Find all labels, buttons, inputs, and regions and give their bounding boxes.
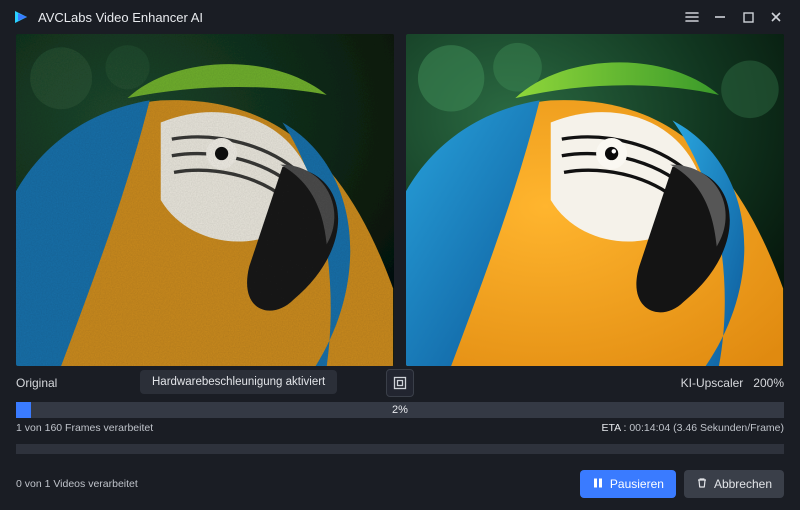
label-original: Original <box>16 376 57 390</box>
frames-progress-percent: 2% <box>16 402 784 418</box>
preview-original <box>16 34 394 366</box>
close-button[interactable] <box>762 3 790 31</box>
cancel-button[interactable]: Abbrechen <box>684 470 784 498</box>
frames-progress-bar: 2% <box>16 402 784 418</box>
videos-status: 0 von 1 Videos verarbeitet <box>16 478 138 490</box>
minimize-button[interactable] <box>706 3 734 31</box>
preview-labels-row: Original Hardwarebeschleunigung aktivier… <box>0 366 800 398</box>
maximize-button[interactable] <box>734 3 762 31</box>
footer: 0 von 1 Videos verarbeitet Pausieren Abb… <box>0 464 800 510</box>
compare-mode-button[interactable] <box>386 369 414 397</box>
label-upscaler: KI-Upscaler200% <box>681 376 784 390</box>
frames-status: 1 von 160 Frames verarbeitet <box>16 422 153 434</box>
trash-icon <box>696 477 708 492</box>
preview-comparison <box>0 34 800 366</box>
pause-button[interactable]: Pausieren <box>580 470 676 498</box>
preview-enhanced <box>406 34 784 366</box>
app-title: AVCLabs Video Enhancer AI <box>38 10 203 25</box>
hw-accel-tooltip: Hardwarebeschleunigung aktiviert <box>140 370 337 394</box>
menu-button[interactable] <box>678 3 706 31</box>
app-logo-icon <box>12 8 30 26</box>
frames-eta: ETA : 00:14:04 (3.46 Sekunden/Frame) <box>601 422 784 434</box>
progress-area: 2% 1 von 160 Frames verarbeitet ETA : 00… <box>0 398 800 464</box>
videos-progress-bar <box>16 444 784 454</box>
titlebar: AVCLabs Video Enhancer AI <box>0 0 800 34</box>
pause-icon <box>592 477 604 492</box>
scale-percent: 200% <box>753 376 784 390</box>
